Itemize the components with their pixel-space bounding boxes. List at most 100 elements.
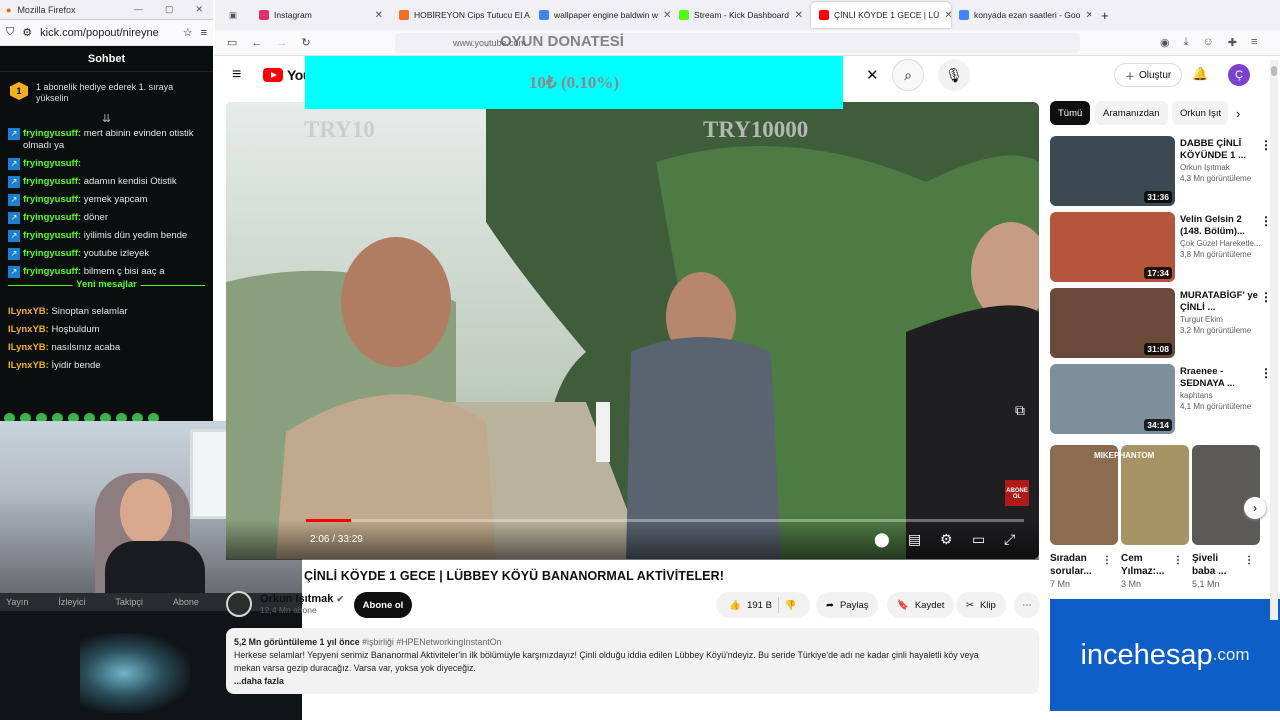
more-actions-icon[interactable]: ⋯ xyxy=(1014,592,1040,618)
close-tab-icon[interactable]: ✕ xyxy=(375,10,383,21)
short-thumb[interactable] xyxy=(1192,445,1260,545)
chat-username[interactable]: fryingyusuff: xyxy=(23,248,81,259)
rec-channel[interactable]: Orkun Işıtmak xyxy=(1180,162,1262,173)
rec-title[interactable]: DABBE ÇİNLİ KÖYÜNDE 1 ... xyxy=(1180,138,1262,162)
close-tab-icon[interactable]: ✕ xyxy=(795,10,803,21)
incehesap-ad[interactable]: incehesap .com xyxy=(1050,599,1280,711)
chat-username[interactable]: ILynxYB: xyxy=(8,324,49,335)
dislike-icon[interactable]: 👎 xyxy=(785,600,797,611)
description-box[interactable]: 5,2 Mn görüntüleme 1 yıl önce #işbirliği… xyxy=(226,628,1039,694)
chat-username[interactable]: fryingyusuff: xyxy=(23,176,81,187)
page-scrollbar[interactable] xyxy=(1270,60,1278,620)
chat-username[interactable]: fryingyusuff: xyxy=(23,158,81,169)
recommended-video[interactable]: 34:14 Rraenee - SEDNAYA ... kaphtans 4,1 Mn… xyxy=(1050,364,1272,434)
address-bar[interactable]: www.youtube.com xyxy=(395,33,1080,53)
save-button[interactable]: 🔖 Kaydet xyxy=(887,592,955,618)
more-options-icon[interactable]: ⋮ xyxy=(1244,554,1254,567)
short-title[interactable]: Sıradan sorular... xyxy=(1050,552,1102,578)
clear-search-icon[interactable]: ✕ xyxy=(866,66,879,84)
short-thumb[interactable] xyxy=(1050,445,1118,545)
rec-channel[interactable]: Turgut Ekim xyxy=(1180,314,1262,325)
close-tab-icon[interactable]: ✕ xyxy=(663,10,671,21)
account-icon[interactable]: ☺ xyxy=(1202,36,1213,49)
fullscreen-icon[interactable]: ⤢ xyxy=(1004,531,1015,548)
subscribe-button[interactable]: Abone ol xyxy=(354,592,412,618)
microphone-icon[interactable]: 🎙 xyxy=(938,59,970,91)
close-tab-icon[interactable]: ✕ xyxy=(944,10,951,21)
shorts-row[interactable] xyxy=(1050,445,1260,545)
maximize-icon[interactable]: ▢ xyxy=(165,4,174,15)
popout-url[interactable]: kick.com/popout/nireyne xyxy=(40,27,159,39)
stat-tab[interactable]: Abone xyxy=(173,597,199,607)
rec-channel[interactable]: Çok Güzel Hareketle... xyxy=(1180,238,1262,249)
browser-tab[interactable]: HOBİREYON Cips Tutucu El A✕ xyxy=(391,2,531,28)
recommended-video[interactable]: 31:08 MURATABİGF' ye ÇİNLİ ... Turgut Ekim… xyxy=(1050,288,1272,358)
rec-title[interactable]: MURATABİGF' ye ÇİNLİ ... xyxy=(1180,290,1262,314)
mini-player-icon[interactable]: ⧉ xyxy=(1015,402,1025,419)
new-tab-icon[interactable]: + xyxy=(1091,8,1119,23)
more-options-icon[interactable]: ⋮ xyxy=(1173,554,1183,567)
notifications-icon[interactable]: 🔔 xyxy=(1192,66,1208,82)
browser-tab[interactable]: wallpaper engine baldwin w ✕ xyxy=(531,2,671,28)
create-button[interactable]: ＋ Oluştur xyxy=(1114,63,1183,87)
short-thumb[interactable] xyxy=(1121,445,1189,545)
pin-icon[interactable]: ⇊ xyxy=(0,112,213,125)
hashtags[interactable]: #işbirliği #HPENetworkingInstantOn xyxy=(362,637,501,647)
subtitles-icon[interactable]: ▤ xyxy=(908,531,921,548)
browser-tab[interactable]: Instagram ✕ xyxy=(251,2,391,28)
minimize-icon[interactable]: — xyxy=(134,4,143,15)
autoplay-toggle[interactable]: ⬤ xyxy=(874,531,890,548)
reload-icon[interactable]: ↻ xyxy=(301,36,310,49)
chip-search[interactable]: Aramanızdan xyxy=(1095,101,1168,125)
rec-title[interactable]: Velin Gelsin 2 (148. Bölüm)... xyxy=(1180,214,1262,238)
forward-icon[interactable]: → xyxy=(276,37,287,49)
video-thumbnail[interactable]: 31:36 xyxy=(1050,136,1175,206)
like-dislike-group[interactable]: 👍 191 B 👎 xyxy=(716,592,810,618)
chevron-right-icon[interactable]: › xyxy=(1236,106,1240,121)
short-info[interactable]: Cem Yılmaz:... 3 Mn ⋮ xyxy=(1121,552,1189,591)
subscribe-watermark[interactable]: ABONE OL xyxy=(1005,480,1029,506)
video-thumbnail[interactable]: 17:34 xyxy=(1050,212,1175,282)
show-more-link[interactable]: ...daha fazla xyxy=(234,675,1031,688)
theater-mode-icon[interactable]: ▭ xyxy=(972,531,985,548)
tab-overview-icon[interactable]: ▣ xyxy=(215,10,251,21)
more-options-icon[interactable]: ⋮ xyxy=(1102,554,1112,567)
stat-tab[interactable]: Yayın xyxy=(6,597,28,607)
chat-username[interactable]: ILynxYB: xyxy=(8,360,49,371)
chip-all[interactable]: Tümü xyxy=(1050,101,1091,125)
settings-icon[interactable]: ⚙ xyxy=(940,531,953,548)
popout-urlbar[interactable]: ⛉ ⚙ kick.com/popout/nireyne ☆ ≡ xyxy=(0,20,213,46)
close-icon[interactable]: ✕ xyxy=(195,4,203,15)
avatar[interactable]: Ç xyxy=(1228,64,1250,86)
chat-username[interactable]: fryingyusuff: xyxy=(23,266,81,277)
shorts-next-icon[interactable]: › xyxy=(1244,497,1266,519)
progress-bar[interactable] xyxy=(306,519,1024,522)
video-thumbnail[interactable]: 34:14 xyxy=(1050,364,1175,434)
recommended-video[interactable]: 31:36 DABBE ÇİNLİ KÖYÜNDE 1 ... Orkun Işıt… xyxy=(1050,136,1272,206)
back-icon[interactable]: ← xyxy=(251,37,262,49)
rec-channel[interactable]: kaphtans xyxy=(1180,390,1262,401)
channel-info[interactable]: Orkun Işıtmak ✔ 12,4 Mn abone xyxy=(226,591,344,617)
menu-icon[interactable]: ≡ xyxy=(201,27,207,39)
search-icon[interactable]: ⌕ xyxy=(892,59,924,91)
clip-button[interactable]: ✂ Klip xyxy=(956,592,1006,618)
video-player[interactable]: ⧉ ABONE OL xyxy=(226,102,1039,559)
chat-username[interactable]: fryingyusuff: xyxy=(23,212,81,223)
chat-username[interactable]: ILynxYB: xyxy=(8,342,49,353)
short-title[interactable]: Cem Yılmaz:... xyxy=(1121,552,1173,578)
rec-title[interactable]: Rraenee - SEDNAYA ... xyxy=(1180,366,1262,390)
channel-avatar[interactable] xyxy=(226,591,252,617)
menu-icon[interactable]: ≡ xyxy=(1251,36,1257,49)
download-icon[interactable]: ⤓ xyxy=(1184,36,1189,49)
stat-tab[interactable]: İzleyici xyxy=(58,597,85,607)
chip-channel[interactable]: Orkun Işıt xyxy=(1172,101,1228,125)
hamburger-icon[interactable]: ≡ xyxy=(232,66,241,84)
browser-tab[interactable]: Stream - Kick Dashboard ✕ xyxy=(671,2,811,28)
short-info[interactable]: Şiveli baba ... 5,1 Mn ⋮ xyxy=(1192,552,1260,591)
channel-name[interactable]: Orkun Işıtmak xyxy=(260,593,333,605)
short-info[interactable]: Sıradan sorular... 7 Mn ⋮ xyxy=(1050,552,1118,591)
short-title[interactable]: Şiveli baba ... xyxy=(1192,552,1244,578)
sidebar-toggle-icon[interactable]: ▭ xyxy=(227,36,237,49)
chat-username[interactable]: fryingyusuff: xyxy=(23,194,81,205)
stat-tab[interactable]: Takipçi xyxy=(115,597,143,607)
